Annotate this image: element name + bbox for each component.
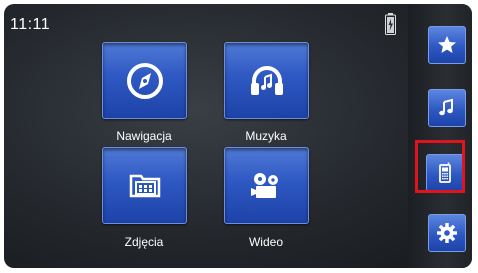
music-note-icon: [439, 98, 453, 116]
gear-icon: [437, 223, 457, 243]
music-tile[interactable]: [224, 42, 309, 119]
headphones-icon: [250, 65, 283, 95]
music-label: Muzyka: [245, 129, 287, 143]
video-camera-icon: [250, 172, 278, 198]
video-label: Wideo: [248, 235, 283, 249]
navigation-tile[interactable]: [102, 42, 187, 119]
photos-label: Zdjęcia: [124, 235, 164, 249]
navigation-label: Nawigacja: [116, 129, 172, 143]
music-button[interactable]: [428, 89, 466, 127]
selection-highlight: [415, 140, 465, 193]
sidebar: [408, 4, 472, 268]
video-tile[interactable]: [224, 147, 309, 224]
settings-button[interactable]: [428, 214, 466, 252]
compass-icon: [126, 62, 163, 99]
favorites-button[interactable]: [428, 26, 466, 64]
main-menu-screen: 11:11 Nawigacja Muzyka Zdjęcia Wideo: [4, 4, 472, 268]
photos-tile[interactable]: [102, 147, 187, 224]
clock: 11:11: [10, 16, 51, 33]
star-icon: [438, 36, 456, 53]
photos-icon: [129, 174, 160, 197]
battery-icon: [385, 13, 396, 35]
